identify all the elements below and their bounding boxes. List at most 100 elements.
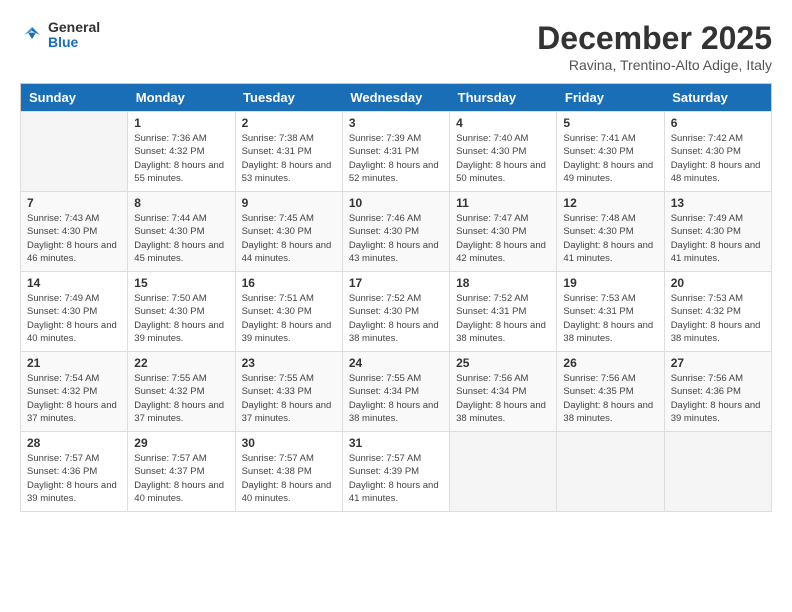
day-number: 10 (349, 196, 443, 210)
day-info: Sunrise: 7:51 AMSunset: 4:30 PMDaylight:… (242, 292, 336, 345)
logo-icon (20, 23, 44, 47)
day-info: Sunrise: 7:47 AMSunset: 4:30 PMDaylight:… (456, 212, 550, 265)
calendar-subtitle: Ravina, Trentino-Alto Adige, Italy (537, 57, 772, 73)
day-number: 25 (456, 356, 550, 370)
calendar-cell: 2 Sunrise: 7:38 AMSunset: 4:31 PMDaylight… (235, 112, 342, 192)
day-info: Sunrise: 7:48 AMSunset: 4:30 PMDaylight:… (563, 212, 657, 265)
day-number: 23 (242, 356, 336, 370)
calendar-cell: 11 Sunrise: 7:47 AMSunset: 4:30 PMDayligh… (450, 192, 557, 272)
day-number: 1 (134, 116, 228, 130)
calendar-week-row: 7 Sunrise: 7:43 AMSunset: 4:30 PMDaylight… (21, 192, 772, 272)
calendar-cell: 26Sunrise: 7:56 AMSunset: 4:35 PMDayligh… (557, 352, 664, 432)
day-number: 28 (27, 436, 121, 450)
calendar-week-row: 28 Sunrise: 7:57 AMSunset: 4:36 PMDayligh… (21, 432, 772, 512)
calendar-title: December 2025 (537, 20, 772, 57)
day-number: 14 (27, 276, 121, 290)
calendar-cell: 13 Sunrise: 7:49 AMSunset: 4:30 PMDayligh… (664, 192, 771, 272)
day-number: 3 (349, 116, 443, 130)
calendar-cell: 24Sunrise: 7:55 AMSunset: 4:34 PMDayligh… (342, 352, 449, 432)
day-info: Sunrise: 7:38 AMSunset: 4:31 PMDaylight:… (242, 132, 336, 185)
calendar-cell: 27Sunrise: 7:56 AMSunset: 4:36 PMDayligh… (664, 352, 771, 432)
calendar-cell: 12Sunrise: 7:48 AMSunset: 4:30 PMDayligh… (557, 192, 664, 272)
calendar-cell: 15 Sunrise: 7:50 AMSunset: 4:30 PMDayligh… (128, 272, 235, 352)
calendar-cell: 29 Sunrise: 7:57 AMSunset: 4:37 PMDayligh… (128, 432, 235, 512)
day-number: 21 (27, 356, 121, 370)
day-number: 13 (671, 196, 765, 210)
header-thursday: Thursday (450, 84, 557, 112)
calendar-cell: 16 Sunrise: 7:51 AMSunset: 4:30 PMDayligh… (235, 272, 342, 352)
calendar-cell: 19 Sunrise: 7:53 AMSunset: 4:31 PMDayligh… (557, 272, 664, 352)
day-number: 22 (134, 356, 228, 370)
day-number: 16 (242, 276, 336, 290)
day-info: Sunrise: 7:40 AMSunset: 4:30 PMDaylight:… (456, 132, 550, 185)
logo-text: General Blue (48, 20, 100, 51)
day-number: 17 (349, 276, 443, 290)
day-number: 19 (563, 276, 657, 290)
logo: General Blue (20, 20, 100, 51)
day-info: Sunrise: 7:44 AMSunset: 4:30 PMDaylight:… (134, 212, 228, 265)
day-number: 7 (27, 196, 121, 210)
header-wednesday: Wednesday (342, 84, 449, 112)
day-info: Sunrise: 7:52 AMSunset: 4:31 PMDaylight:… (456, 292, 550, 345)
calendar-cell: 20 Sunrise: 7:53 AMSunset: 4:32 PMDayligh… (664, 272, 771, 352)
calendar-cell: 5 Sunrise: 7:41 AMSunset: 4:30 PMDaylight… (557, 112, 664, 192)
day-number: 30 (242, 436, 336, 450)
calendar-cell: 9 Sunrise: 7:45 AMSunset: 4:30 PMDaylight… (235, 192, 342, 272)
day-info: Sunrise: 7:39 AMSunset: 4:31 PMDaylight:… (349, 132, 443, 185)
day-number: 26 (563, 356, 657, 370)
header-monday: Monday (128, 84, 235, 112)
day-info: Sunrise: 7:57 AMSunset: 4:37 PMDaylight:… (134, 452, 228, 505)
calendar-cell: 7 Sunrise: 7:43 AMSunset: 4:30 PMDaylight… (21, 192, 128, 272)
day-info: Sunrise: 7:53 AMSunset: 4:32 PMDaylight:… (671, 292, 765, 345)
day-info: Sunrise: 7:57 AMSunset: 4:36 PMDaylight:… (27, 452, 121, 505)
calendar-cell (450, 432, 557, 512)
day-number: 8 (134, 196, 228, 210)
day-number: 2 (242, 116, 336, 130)
day-number: 31 (349, 436, 443, 450)
day-info: Sunrise: 7:45 AMSunset: 4:30 PMDaylight:… (242, 212, 336, 265)
calendar-cell: 25 Sunrise: 7:56 AMSunset: 4:34 PMDayligh… (450, 352, 557, 432)
day-info: Sunrise: 7:56 AMSunset: 4:34 PMDaylight:… (456, 372, 550, 425)
calendar-cell: 1 Sunrise: 7:36 AMSunset: 4:32 PMDaylight… (128, 112, 235, 192)
header-tuesday: Tuesday (235, 84, 342, 112)
calendar-cell: 3 Sunrise: 7:39 AMSunset: 4:31 PMDaylight… (342, 112, 449, 192)
logo-line2: Blue (48, 35, 100, 50)
calendar-cell (664, 432, 771, 512)
day-info: Sunrise: 7:55 AMSunset: 4:33 PMDaylight:… (242, 372, 336, 425)
day-number: 18 (456, 276, 550, 290)
header-saturday: Saturday (664, 84, 771, 112)
day-info: Sunrise: 7:57 AMSunset: 4:39 PMDaylight:… (349, 452, 443, 505)
weekday-header-row: Sunday Monday Tuesday Wednesday Thursday… (21, 84, 772, 112)
day-number: 20 (671, 276, 765, 290)
day-info: Sunrise: 7:54 AMSunset: 4:32 PMDaylight:… (27, 372, 121, 425)
day-info: Sunrise: 7:53 AMSunset: 4:31 PMDaylight:… (563, 292, 657, 345)
day-info: Sunrise: 7:55 AMSunset: 4:32 PMDaylight:… (134, 372, 228, 425)
header-friday: Friday (557, 84, 664, 112)
calendar-cell: 31 Sunrise: 7:57 AMSunset: 4:39 PMDayligh… (342, 432, 449, 512)
calendar-cell: 23 Sunrise: 7:55 AMSunset: 4:33 PMDayligh… (235, 352, 342, 432)
day-info: Sunrise: 7:43 AMSunset: 4:30 PMDaylight:… (27, 212, 121, 265)
day-info: Sunrise: 7:36 AMSunset: 4:32 PMDaylight:… (134, 132, 228, 185)
page-header: General Blue December 2025 Ravina, Trent… (20, 20, 772, 73)
calendar-cell: 30 Sunrise: 7:57 AMSunset: 4:38 PMDayligh… (235, 432, 342, 512)
day-number: 29 (134, 436, 228, 450)
calendar-table: Sunday Monday Tuesday Wednesday Thursday… (20, 83, 772, 512)
calendar-week-row: 14 Sunrise: 7:49 AMSunset: 4:30 PMDayligh… (21, 272, 772, 352)
calendar-cell: 28 Sunrise: 7:57 AMSunset: 4:36 PMDayligh… (21, 432, 128, 512)
title-section: December 2025 Ravina, Trentino-Alto Adig… (537, 20, 772, 73)
day-number: 6 (671, 116, 765, 130)
day-info: Sunrise: 7:50 AMSunset: 4:30 PMDaylight:… (134, 292, 228, 345)
calendar-cell (21, 112, 128, 192)
day-info: Sunrise: 7:49 AMSunset: 4:30 PMDaylight:… (27, 292, 121, 345)
day-info: Sunrise: 7:57 AMSunset: 4:38 PMDaylight:… (242, 452, 336, 505)
day-number: 15 (134, 276, 228, 290)
calendar-cell: 21 Sunrise: 7:54 AMSunset: 4:32 PMDayligh… (21, 352, 128, 432)
day-number: 9 (242, 196, 336, 210)
day-info: Sunrise: 7:41 AMSunset: 4:30 PMDaylight:… (563, 132, 657, 185)
calendar-cell: 18 Sunrise: 7:52 AMSunset: 4:31 PMDayligh… (450, 272, 557, 352)
day-number: 11 (456, 196, 550, 210)
calendar-cell: 6 Sunrise: 7:42 AMSunset: 4:30 PMDaylight… (664, 112, 771, 192)
day-number: 5 (563, 116, 657, 130)
day-info: Sunrise: 7:42 AMSunset: 4:30 PMDaylight:… (671, 132, 765, 185)
day-info: Sunrise: 7:49 AMSunset: 4:30 PMDaylight:… (671, 212, 765, 265)
